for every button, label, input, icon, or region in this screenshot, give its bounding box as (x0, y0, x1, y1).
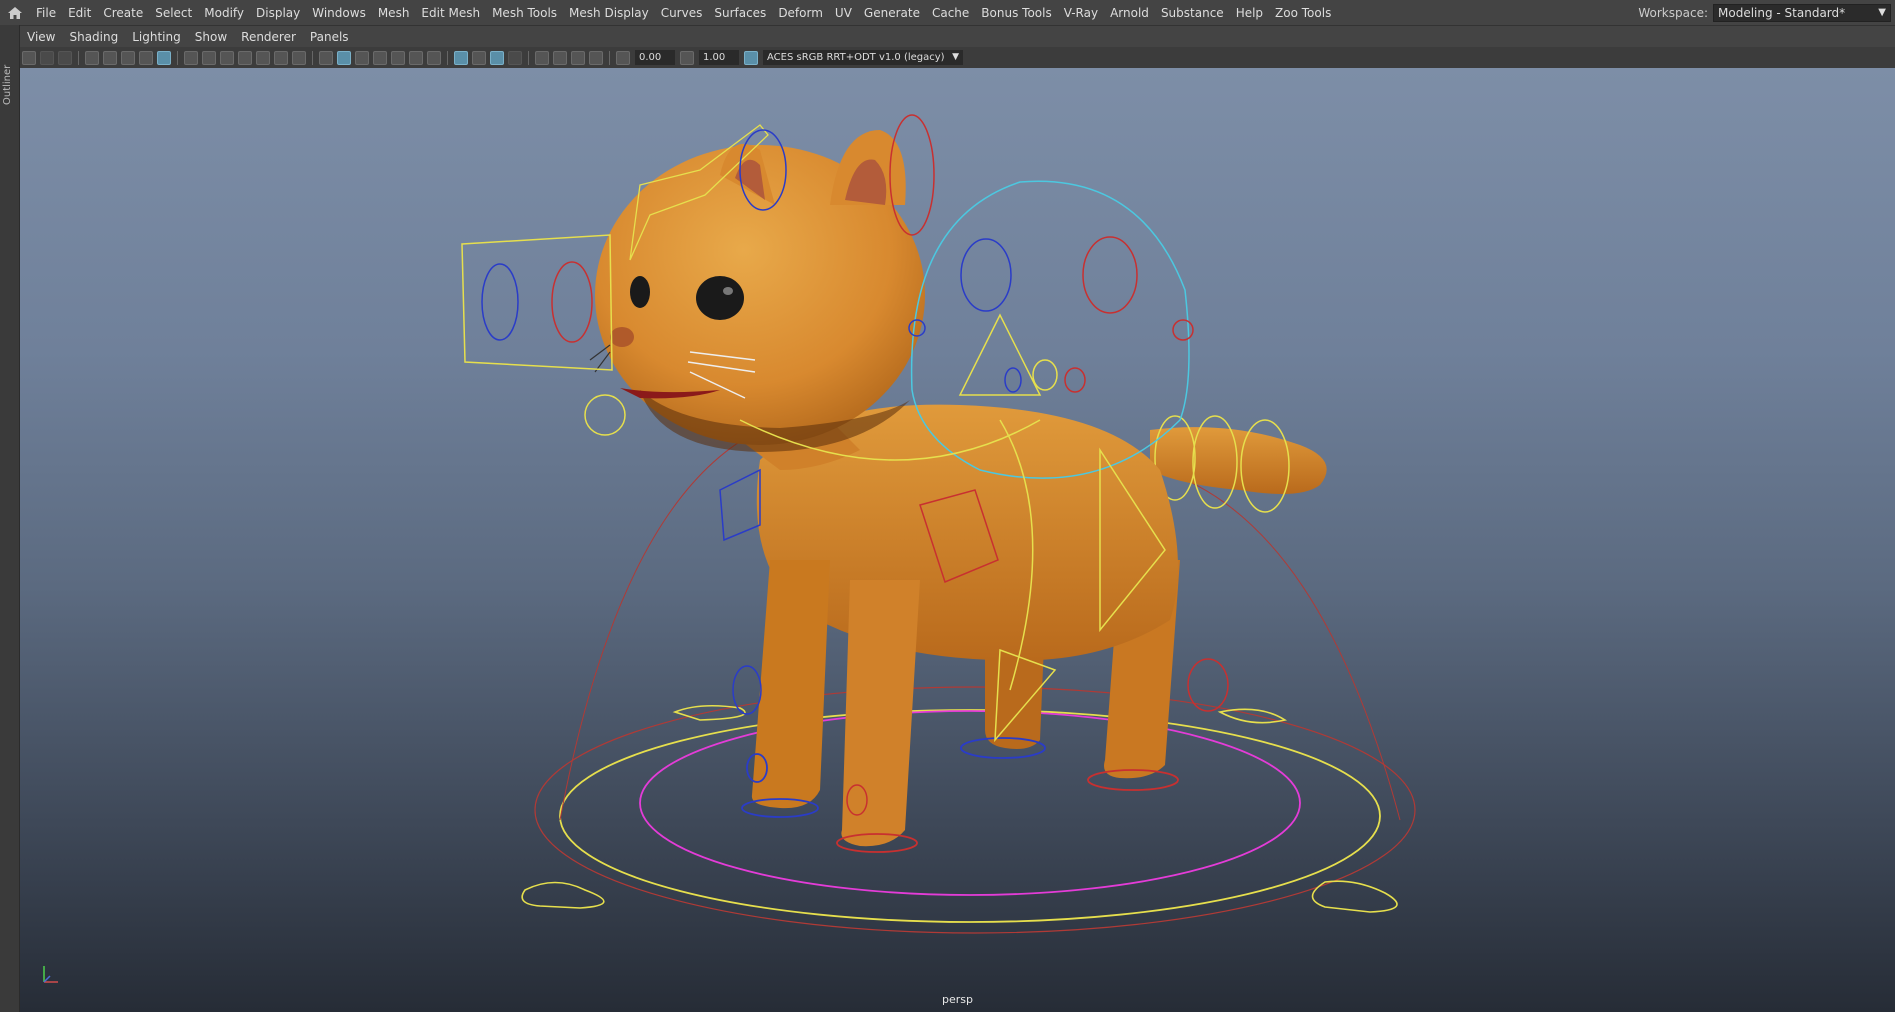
safe-action-icon[interactable] (274, 50, 288, 65)
toolbar-separator (609, 50, 610, 65)
2d-pan-zoom-icon[interactable] (103, 50, 117, 65)
workspace-label: Workspace: (1638, 5, 1708, 20)
gamma-field[interactable]: 1.00 (699, 50, 739, 65)
panel-menu-panels[interactable]: Panels (303, 30, 356, 44)
rig-scene (461, 114, 1416, 934)
maya-window: File Edit Create Select Modify Display W… (0, 0, 1895, 1012)
camera-name-label: persp (942, 993, 973, 1006)
menu-vray[interactable]: V-Ray (1058, 6, 1104, 20)
menu-display[interactable]: Display (250, 6, 306, 20)
toolbar-separator (447, 50, 448, 65)
smooth-shade-icon[interactable] (337, 50, 351, 65)
toolbar-separator (528, 50, 529, 65)
workspace-dropdown[interactable]: Modeling - Standard* ▼ (1713, 3, 1891, 22)
depth-of-field-icon[interactable] (508, 50, 522, 65)
toolbar-separator (312, 50, 313, 65)
textured-icon[interactable] (391, 50, 405, 65)
xray-icon[interactable] (553, 50, 567, 65)
cat-tail (1150, 415, 1327, 513)
camera-attributes-icon[interactable] (40, 50, 54, 65)
toolbar-separator (177, 50, 178, 65)
panel-menu-view[interactable]: View (20, 30, 62, 44)
home-icon[interactable] (0, 0, 30, 25)
menu-arnold[interactable]: Arnold (1104, 6, 1155, 20)
chevron-down-icon: ▼ (952, 52, 959, 62)
isolate-select-icon[interactable] (535, 50, 549, 65)
outliner-collapsed-tab[interactable]: Outliner (0, 25, 20, 1012)
menu-mesh-tools[interactable]: Mesh Tools (486, 6, 563, 20)
main-menubar: File Edit Create Select Modify Display W… (0, 0, 1895, 25)
menu-substance[interactable]: Substance (1155, 6, 1230, 20)
menu-zoo-tools[interactable]: Zoo Tools (1269, 6, 1337, 20)
exposure-field[interactable]: 0.00 (635, 50, 675, 65)
menu-windows[interactable]: Windows (306, 6, 372, 20)
toolbar-separator (78, 50, 79, 65)
cat-head (589, 130, 925, 470)
motion-blur-icon[interactable] (472, 50, 486, 65)
image-plane-icon[interactable] (85, 50, 99, 65)
menu-edit-mesh[interactable]: Edit Mesh (415, 6, 486, 20)
resolution-gate-icon[interactable] (220, 50, 234, 65)
workspace-value: Modeling - Standard* (1718, 5, 1846, 20)
use-all-lights-icon[interactable] (409, 50, 423, 65)
grid-icon[interactable] (184, 50, 198, 65)
shadows-icon[interactable] (427, 50, 441, 65)
xray-joints-icon[interactable] (589, 50, 603, 65)
exposure-icon[interactable] (616, 50, 630, 65)
menu-uv[interactable]: UV (829, 6, 858, 20)
safe-title-icon[interactable] (292, 50, 306, 65)
anti-aliasing-icon[interactable] (490, 50, 504, 65)
menu-mesh[interactable]: Mesh (372, 6, 416, 20)
menu-mesh-display[interactable]: Mesh Display (563, 6, 655, 20)
color-space-value: ACES sRGB RRT+ODT v1.0 (legacy) (767, 52, 945, 63)
perspective-viewport[interactable]: persp (20, 68, 1895, 1012)
gamma-icon[interactable] (680, 50, 694, 65)
panel-menu-show[interactable]: Show (188, 30, 234, 44)
menu-modify[interactable]: Modify (198, 6, 250, 20)
menu-generate[interactable]: Generate (858, 6, 926, 20)
panel-toolbar: 0.00 1.00 ACES sRGB RRT+ODT v1.0 (legacy… (20, 47, 1895, 69)
chevron-down-icon: ▼ (1878, 6, 1886, 18)
menu-deform[interactable]: Deform (772, 6, 829, 20)
panel-menu-renderer[interactable]: Renderer (234, 30, 303, 44)
pencil-icon[interactable] (139, 50, 153, 65)
menu-file[interactable]: File (30, 6, 62, 20)
menu-cache[interactable]: Cache (926, 6, 975, 20)
menu-surfaces[interactable]: Surfaces (708, 6, 772, 20)
menu-curves[interactable]: Curves (655, 6, 709, 20)
panel-menu-shading[interactable]: Shading (62, 30, 125, 44)
menu-select[interactable]: Select (149, 6, 198, 20)
color-space-dropdown[interactable]: ACES sRGB RRT+ODT v1.0 (legacy) ▼ (763, 50, 963, 65)
grid-toggle-icon[interactable] (157, 50, 171, 65)
menu-help[interactable]: Help (1230, 6, 1269, 20)
color-management-icon[interactable] (744, 50, 758, 65)
wireframe-icon[interactable] (319, 50, 333, 65)
bookmarks-icon[interactable] (58, 50, 72, 65)
film-gate-icon[interactable] (202, 50, 216, 65)
panel-menubar: View Shading Lighting Show Renderer Pane… (20, 25, 1895, 47)
outliner-label: Outliner (2, 64, 13, 105)
menu-create[interactable]: Create (97, 6, 149, 20)
select-camera-icon[interactable] (22, 50, 36, 65)
grease-pencil-icon[interactable] (121, 50, 135, 65)
axis-gizmo-icon (38, 958, 68, 992)
screen-space-ao-icon[interactable] (454, 50, 468, 65)
field-chart-icon[interactable] (256, 50, 270, 65)
default-material-icon[interactable] (373, 50, 387, 65)
menu-bonus-tools[interactable]: Bonus Tools (975, 6, 1057, 20)
panel-menu-lighting[interactable]: Lighting (125, 30, 188, 44)
gate-mask-icon[interactable] (238, 50, 252, 65)
wireframe-on-shaded-icon[interactable] (355, 50, 369, 65)
menu-edit[interactable]: Edit (62, 6, 97, 20)
xray-active-components-icon[interactable] (571, 50, 585, 65)
